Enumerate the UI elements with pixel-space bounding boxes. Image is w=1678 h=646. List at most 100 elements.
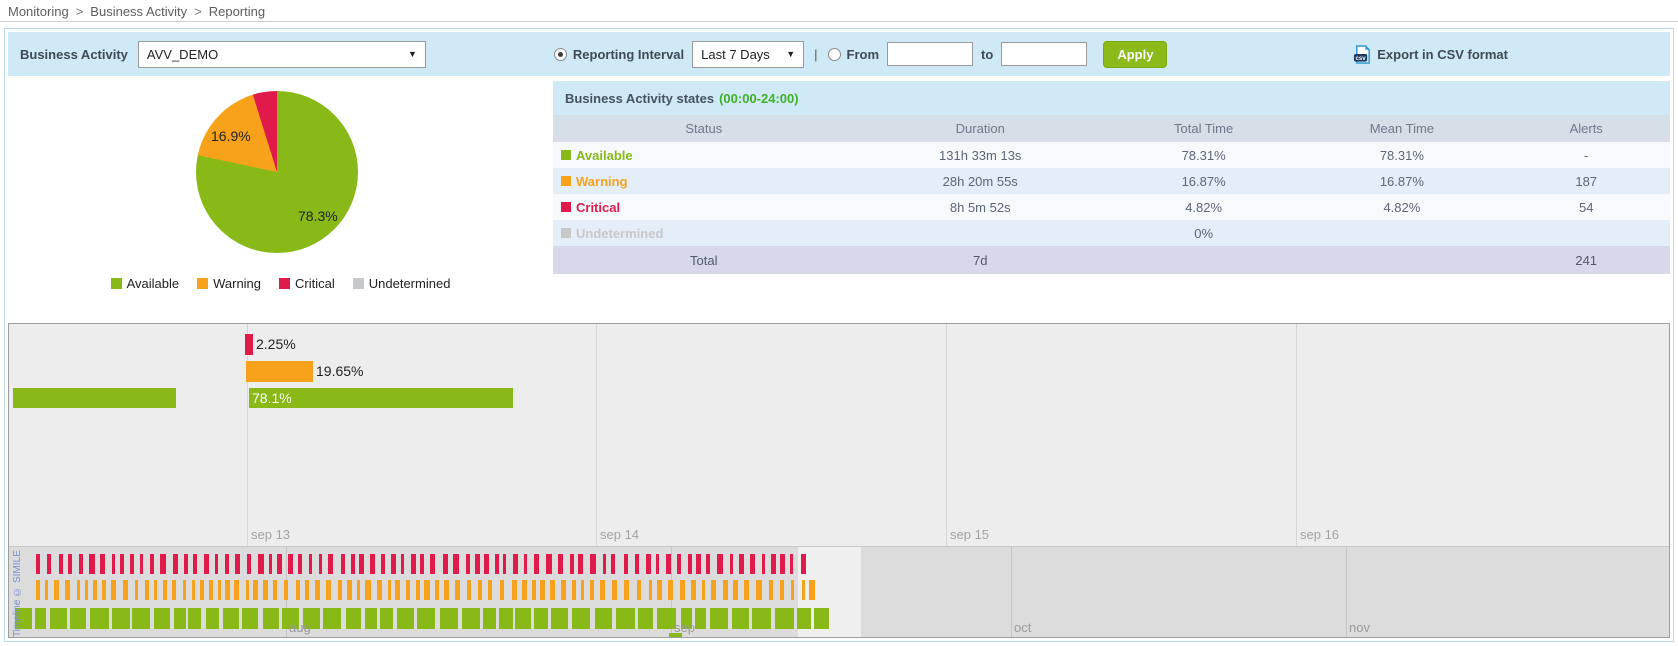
event-tick-warning bbox=[209, 580, 213, 600]
event-tick-available bbox=[595, 608, 612, 629]
event-tick-warning bbox=[532, 580, 537, 600]
event-tick-warning bbox=[234, 580, 239, 600]
event-tick-warning bbox=[624, 580, 629, 600]
event-tick-warning bbox=[809, 580, 814, 600]
event-tick-critical bbox=[235, 554, 240, 574]
event-tick-critical bbox=[590, 554, 596, 574]
event-tick-available bbox=[112, 608, 130, 629]
event-tick-available bbox=[174, 608, 186, 629]
cell-alerts: 54 bbox=[1502, 194, 1670, 220]
event-tick-warning bbox=[192, 580, 195, 600]
event-tick-available bbox=[206, 608, 219, 629]
status-swatch bbox=[561, 202, 571, 212]
timeline-lower-band[interactable]: Timeline © SIMILE augsepoctnov bbox=[9, 546, 1669, 637]
event-tick-critical bbox=[706, 554, 710, 574]
event-tick-warning bbox=[36, 580, 40, 600]
event-tick-warning bbox=[424, 580, 430, 600]
event-tick-available bbox=[397, 608, 415, 629]
event-tick-warning bbox=[540, 580, 545, 600]
event-tick-available bbox=[462, 608, 480, 629]
event-tick-critical bbox=[624, 554, 628, 574]
event-tick-available bbox=[188, 608, 201, 629]
cell-total-total-time bbox=[1106, 246, 1301, 274]
event-tick-critical bbox=[269, 554, 272, 574]
csv-icon[interactable]: csv bbox=[1353, 45, 1372, 64]
event-tick-critical bbox=[298, 554, 303, 574]
event-tick-available bbox=[440, 608, 458, 629]
export-csv-link[interactable]: Export in CSV format bbox=[1377, 47, 1508, 62]
event-tick-critical bbox=[411, 554, 416, 574]
event-tick-warning bbox=[326, 580, 331, 600]
interval-select[interactable]: Last 7 Days ▼ bbox=[692, 41, 804, 68]
day-label: sep 14 bbox=[600, 527, 639, 542]
timeline-panel: sep 13sep 14sep 15sep 162.25%19.65%78.1%… bbox=[8, 323, 1670, 638]
event-tick-warning bbox=[572, 580, 576, 600]
states-table-time-range: (00:00-24:00) bbox=[719, 91, 799, 106]
event-tick-warning bbox=[522, 580, 527, 600]
event-tick-available bbox=[616, 608, 635, 629]
timeline-bar-critical[interactable] bbox=[245, 334, 253, 355]
event-tick-critical bbox=[558, 554, 563, 574]
cell-total-time: 0% bbox=[1106, 220, 1301, 246]
cell-alerts: 187 bbox=[1502, 168, 1670, 194]
timeline-bar-available[interactable] bbox=[13, 388, 176, 408]
chevron-down-icon: ▼ bbox=[786, 49, 795, 59]
table-row-undetermined: Undetermined0% bbox=[553, 220, 1670, 246]
from-date-input[interactable] bbox=[887, 42, 973, 66]
event-tick-critical bbox=[771, 554, 776, 574]
event-tick-critical bbox=[391, 554, 397, 574]
event-tick-critical bbox=[739, 554, 745, 574]
breadcrumb-item-reporting[interactable]: Reporting bbox=[209, 4, 265, 19]
event-tick-available bbox=[132, 608, 150, 629]
event-tick-warning bbox=[802, 580, 805, 600]
legend-label: Critical bbox=[295, 276, 335, 291]
day-gridline bbox=[946, 324, 947, 546]
event-tick-available bbox=[797, 608, 812, 629]
event-tick-warning bbox=[780, 580, 784, 600]
column-header-status: Status bbox=[553, 115, 855, 142]
month-start-marker bbox=[669, 633, 682, 637]
export-csv-group: csv Export in CSV format bbox=[1353, 45, 1508, 64]
event-tick-warning bbox=[388, 580, 391, 600]
timeline-bar-warning[interactable] bbox=[246, 361, 313, 382]
status-swatch bbox=[561, 176, 571, 186]
to-date-input[interactable] bbox=[1001, 42, 1087, 66]
cell-status: Critical bbox=[553, 194, 855, 220]
cell-mean-time bbox=[1301, 220, 1502, 246]
reporting-interval-radio[interactable] bbox=[554, 48, 567, 61]
toolbar: Business Activity AVV_DEMO ▼ Reporting I… bbox=[8, 32, 1670, 76]
event-tick-warning bbox=[744, 580, 750, 600]
business-activity-select[interactable]: AVV_DEMO ▼ bbox=[138, 41, 426, 68]
simile-credit[interactable]: Timeline © SIMILE bbox=[12, 547, 23, 637]
legend-item-critical: Critical bbox=[279, 276, 335, 291]
custom-range-radio[interactable] bbox=[828, 48, 841, 61]
event-tick-available bbox=[35, 608, 46, 629]
event-tick-critical bbox=[513, 554, 518, 574]
event-tick-available bbox=[70, 608, 86, 629]
event-tick-warning bbox=[467, 580, 471, 600]
breadcrumb-item-business-activity[interactable]: Business Activity bbox=[90, 4, 187, 19]
event-tick-warning bbox=[756, 580, 761, 600]
event-tick-available bbox=[499, 608, 513, 629]
timeline-upper-band[interactable]: sep 13sep 14sep 15sep 162.25%19.65%78.1% bbox=[9, 324, 1669, 546]
event-tick-warning bbox=[657, 580, 662, 600]
legend-item-warning: Warning bbox=[197, 276, 261, 291]
event-tick-critical bbox=[453, 554, 459, 574]
event-tick-critical bbox=[570, 554, 575, 574]
breadcrumb-item-monitoring[interactable]: Monitoring bbox=[8, 4, 69, 19]
reporting-interval-label: Reporting Interval bbox=[573, 47, 684, 62]
event-tick-critical bbox=[534, 554, 539, 574]
states-table-title: Business Activity states (00:00-24:00) bbox=[553, 81, 1670, 115]
event-tick-warning bbox=[225, 580, 229, 600]
event-tick-critical bbox=[611, 554, 616, 574]
event-tick-critical bbox=[370, 554, 375, 574]
cell-mean-time: 78.31% bbox=[1301, 142, 1502, 168]
apply-button[interactable]: Apply bbox=[1103, 41, 1167, 68]
legend-label: Warning bbox=[213, 276, 261, 291]
event-tick-warning bbox=[296, 580, 300, 600]
event-tick-critical bbox=[677, 554, 681, 574]
timeline-bar-available[interactable]: 78.1% bbox=[249, 388, 513, 408]
event-tick-warning bbox=[65, 580, 70, 600]
table-row-warning: Warning28h 20m 55s16.87%16.87%187 bbox=[553, 168, 1670, 194]
pie-legend: AvailableWarningCriticalUndetermined bbox=[8, 276, 553, 291]
